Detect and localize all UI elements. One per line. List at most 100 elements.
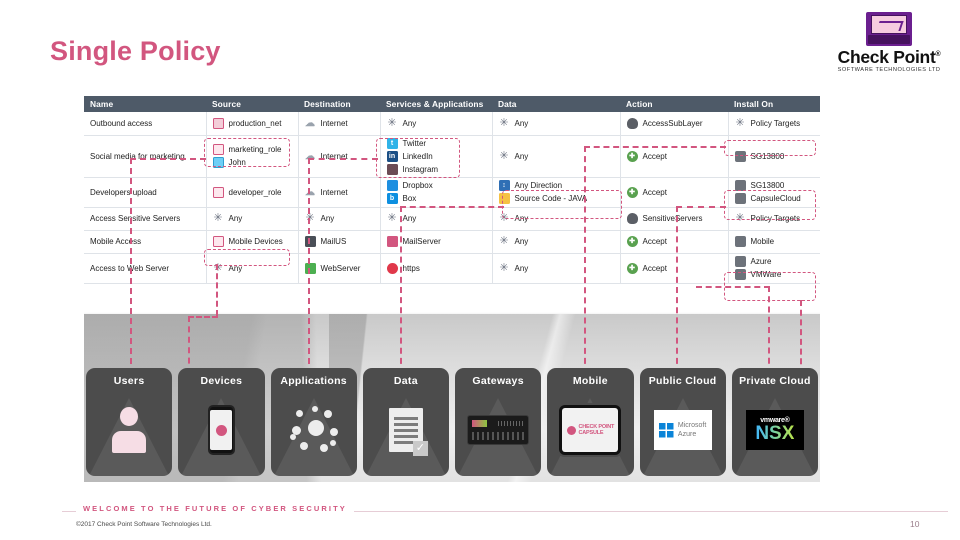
cell-name[interactable]: Developers upload [84,177,207,208]
cell-item[interactable]: ☁ Internet [305,151,380,162]
cell-item[interactable]: ✳ Any [499,236,620,247]
cell-item[interactable]: ✚ Accept [626,186,728,198]
table-row[interactable]: Social media for marketing marketing_role… [84,135,821,178]
cell-item[interactable]: ✳ Any [499,149,620,162]
cell-item[interactable]: in LinkedIn [386,150,492,162]
cell-item[interactable]: ✳ Policy Targets [735,117,821,129]
cell-item[interactable]: SensitiveServers [626,213,728,224]
cell-item[interactable]: MailUS [304,236,380,247]
cell-item[interactable]: ☁ Internet [305,118,380,129]
cell-item[interactable]: SG13800 [734,180,821,191]
tile-devices[interactable]: Devices [178,368,265,476]
direction-icon: ↕ [498,180,510,191]
cell-item[interactable]: developer_role [212,186,298,198]
cell-item[interactable]: WebServer [304,262,380,274]
https-icon [386,262,398,274]
cell-item[interactable]: ↕ Any Direction [498,180,620,191]
cell-item[interactable]: marketing_role [212,144,298,155]
column-header-destination[interactable]: Destination [298,96,380,112]
cell-item[interactable]: production_net [212,117,298,129]
cell-label: Internet [320,187,348,197]
cell-item[interactable]: Source Code - JAVA [498,193,620,204]
cell-action: SensitiveServers [626,213,728,224]
cell-item[interactable]: ✚ Accept [626,262,728,274]
cell-label: Policy Targets [750,118,801,128]
cell-item[interactable]: https [386,262,492,274]
cell-name[interactable]: Outbound access [84,112,207,136]
table-row[interactable]: Outbound access production_net ☁ Internet ✳ A… [84,112,821,136]
cell-label: Any [402,214,417,223]
cell-label: AccessSubLayer [642,118,703,128]
column-header-source[interactable]: Source [206,96,298,112]
gateway-icon [734,150,746,162]
role-card-icon [212,144,224,155]
cell-label: marketing_role [228,145,282,154]
cell-item[interactable]: ✳ Any [499,262,620,274]
cell-item[interactable]: Mobile [734,236,821,247]
tile-data[interactable]: Data ✓ [362,368,449,476]
tile-users[interactable]: Users [86,368,173,476]
cell-install_on: ✳ Policy Targets [735,117,821,129]
cell-item[interactable]: ✚ Accept [626,236,728,247]
cell-item[interactable]: VMWare [734,269,821,280]
policy-table: Name Source Destination Services & Appli… [84,96,820,284]
cell-item[interactable]: ✳ Any [213,262,298,274]
cell-item[interactable]: Azure [734,256,821,267]
tile-applications[interactable]: Applications [270,368,357,476]
cell-item[interactable]: ✳ Policy Targets [735,213,821,224]
cell-item[interactable]: ☁ Internet [305,187,380,198]
cell-item[interactable]: MailServer [386,236,492,247]
cell-item[interactable]: b Box [386,193,492,204]
box-icon: b [386,193,398,204]
table-row[interactable]: Developers upload developer_role ☁ Internet… [84,177,821,208]
cell-label: Policy Targets [750,214,801,223]
cell-label: Any [514,151,529,161]
column-header-data[interactable]: Data [492,96,620,112]
tile-gateways[interactable]: Gateways [455,368,542,476]
cell-item[interactable]: ✳ Any [499,117,620,129]
table-row[interactable]: Access Sensitive Servers ✳ Any ✳ Any ✳ Any ✳ Any… [84,207,821,231]
column-header-install-on[interactable]: Install On [728,96,820,112]
cell-item[interactable]: ✳ Any [213,213,298,224]
cell-destination: ☁ Internet [305,118,380,129]
logo-wordmark: Check Point® [833,48,945,66]
column-header-action[interactable]: Action [620,96,728,112]
tile-mobile[interactable]: Mobile CHECK POINT CAPSULE [547,368,634,476]
cell-item[interactable]: SG13800 [734,150,821,162]
asterisk-icon: ✳ [499,149,509,162]
cell-item[interactable]: Mobile Devices [212,236,298,247]
cell-item[interactable]: Dropbox [386,180,492,191]
cell-item[interactable]: ✳ Any [305,213,380,224]
cell-label: LinkedIn [402,151,433,161]
cell-name[interactable]: Mobile Access [84,230,207,254]
tile-glyph [98,393,160,467]
cell-item[interactable]: ✚ Accept [626,150,728,162]
cell-name[interactable]: Access to Web Server [84,253,207,284]
cell-name[interactable]: Social media for marketing [84,135,207,178]
role-card-icon [212,186,224,198]
table-header-row: Name Source Destination Services & Appli… [84,96,820,112]
cell-item[interactable]: John [212,157,298,168]
layer-icon [626,117,638,129]
table-row[interactable]: Mobile Access Mobile Devices MailUS MailSer… [84,230,821,254]
vmware-nsx-logo: vmware® NSX [745,410,804,450]
tile-label: Data [393,375,418,387]
cell-item[interactable]: ✳ Any [387,117,492,129]
table-row[interactable]: Access to Web Server ✳ Any WebServer https ✳ A… [84,253,821,284]
cell-item[interactable]: CapsuleCloud [734,193,821,204]
column-header-name[interactable]: Name [84,96,206,112]
cell-item[interactable]: t Twitter [386,137,492,149]
cell-item[interactable]: ✳ Any [387,213,492,224]
column-header-services[interactable]: Services & Applications [380,96,492,112]
cell-destination: ✳ Any [305,213,380,224]
cell-name[interactable]: Access Sensitive Servers [84,207,207,231]
cell-item[interactable]: Instagram [386,163,492,175]
cell-data: ✳ Any [499,262,620,274]
cell-item[interactable]: ✳ Any [499,213,620,224]
cell-item[interactable]: AccessSubLayer [626,117,728,129]
cell-destination: WebServer [304,262,380,274]
tile-private-cloud[interactable]: Private Cloud vmware® NSX [731,368,818,476]
cell-label: Any [514,237,529,246]
tile-public-cloud[interactable]: Public Cloud Microsoft Azure [639,368,726,476]
cell-label: WebServer [320,263,361,273]
